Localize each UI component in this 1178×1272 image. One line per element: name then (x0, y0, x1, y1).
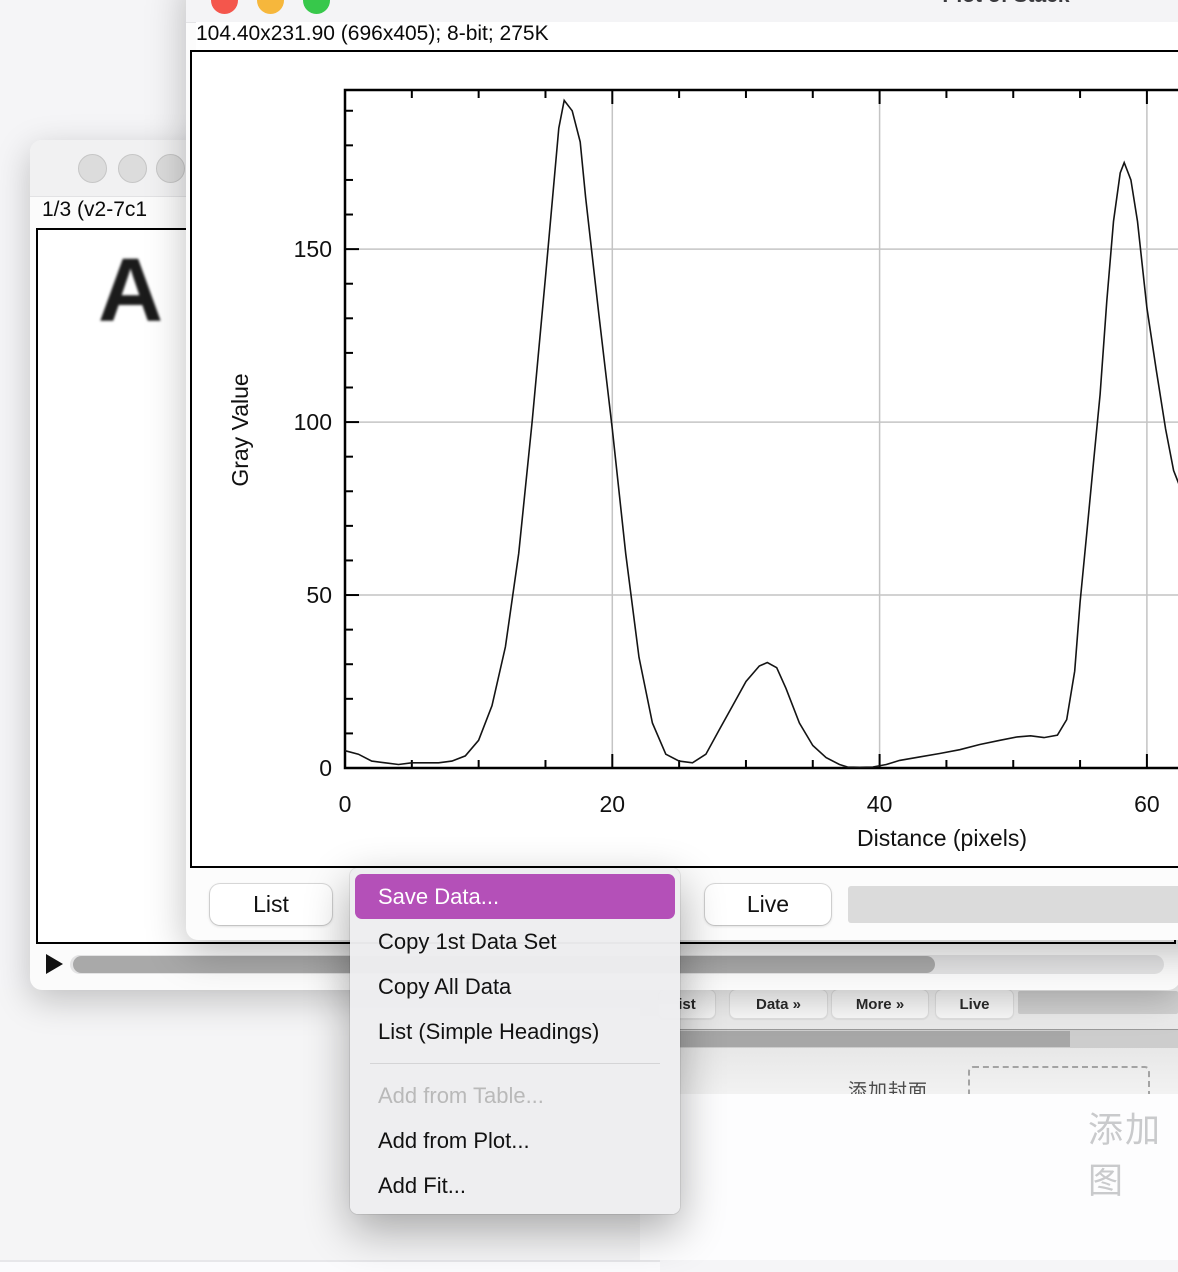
svg-text:20: 20 (600, 791, 626, 817)
bg-live-button[interactable]: Live (935, 989, 1014, 1019)
svg-text:60: 60 (1134, 791, 1160, 817)
add-cover-dropzone[interactable] (968, 1066, 1150, 1094)
minimize-icon[interactable] (118, 154, 147, 183)
zoom-icon[interactable] (156, 154, 185, 183)
data-context-menu: Save Data... Copy 1st Data Set Copy All … (350, 868, 680, 1214)
zoom-icon[interactable] (303, 0, 330, 14)
menu-item-add-from-plot[interactable]: Add from Plot... (355, 1118, 675, 1163)
svg-text:0: 0 (339, 791, 352, 817)
minimize-icon[interactable] (257, 0, 284, 14)
play-icon[interactable] (46, 954, 63, 974)
menu-item-copy-1st-data-set[interactable]: Copy 1st Data Set (355, 919, 675, 964)
background-app-toolbar: 添加封面 (640, 1047, 1178, 1094)
plot-of-stack-window: Plot of Stack 104.40x231.90 (696x405); 8… (186, 0, 1178, 940)
svg-text:0: 0 (319, 755, 332, 781)
stack-image-letter: A (98, 240, 163, 343)
plot-window-titlebar[interactable]: Plot of Stack (186, 0, 1178, 23)
close-icon[interactable] (78, 154, 107, 183)
profile-plot: 0 50 100 150 0 20 40 60 Distance (pixels) Gray Va… (192, 52, 1178, 862)
close-icon[interactable] (211, 0, 238, 14)
bg-slider-bar[interactable] (1018, 991, 1178, 1014)
svg-text:Distance (pixels): Distance (pixels) (857, 825, 1027, 851)
background-plot-window-toolbar: ist Data » More » Live (640, 984, 1178, 1030)
bg-more-button[interactable]: More » (831, 989, 929, 1019)
svg-text:Gray Value: Gray Value (227, 373, 253, 486)
plot-canvas[interactable]: 0 50 100 150 0 20 40 60 Distance (pixels) Gray Va… (190, 50, 1178, 868)
svg-text:150: 150 (294, 236, 332, 262)
svg-text:100: 100 (294, 409, 332, 435)
add-cover-label: 添加封面 (848, 1076, 928, 1094)
menu-item-add-fit[interactable]: Add Fit... (355, 1163, 675, 1208)
background-app-panel: 添加图 (640, 1094, 1178, 1260)
list-button[interactable]: List (210, 884, 332, 925)
background-scrollbar-thumb[interactable] (680, 1031, 1070, 1047)
menu-item-add-from-table: Add from Table... (355, 1073, 675, 1118)
desktop: 添加封面 添加图 ist Data » More » Live 1/3 (v2-… (0, 0, 1178, 1272)
background-area-bottom (0, 1262, 660, 1272)
svg-text:50: 50 (306, 582, 332, 608)
menu-item-save-data[interactable]: Save Data... (355, 874, 675, 919)
live-button[interactable]: Live (705, 884, 831, 925)
window-title: Plot of Stack (846, 0, 1166, 8)
plot-info-line: 104.40x231.90 (696x405); 8-bit; 275K (196, 22, 1178, 50)
bg-data-button[interactable]: Data » (729, 989, 828, 1019)
plot-slider-bar[interactable] (848, 886, 1178, 923)
svg-text:40: 40 (867, 791, 893, 817)
menu-item-copy-all-data[interactable]: Copy All Data (355, 964, 675, 1009)
add-image-label: 添加图 (1088, 1102, 1178, 1204)
menu-separator (370, 1063, 660, 1064)
stack-info-line: 1/3 (v2-7c1 (42, 198, 147, 222)
plot-button-row: List Live (186, 864, 1178, 940)
background-scrollbar[interactable] (680, 1029, 1178, 1048)
menu-item-list-simple-headings[interactable]: List (Simple Headings) (355, 1009, 675, 1054)
